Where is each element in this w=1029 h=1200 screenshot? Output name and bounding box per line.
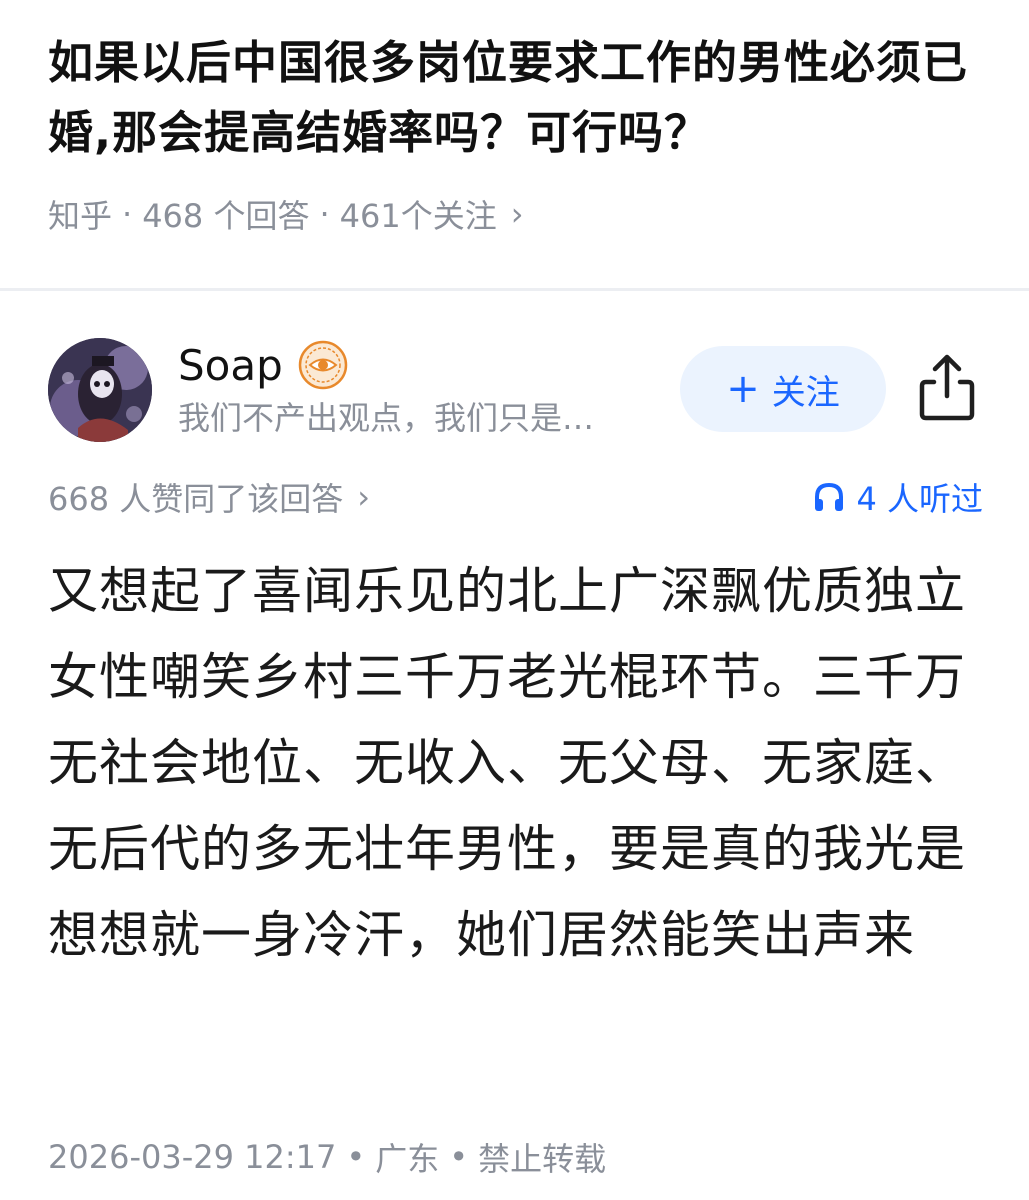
- headphones-icon: [815, 482, 844, 511]
- eye-badge-icon: [298, 340, 348, 390]
- follower-count: 461个关注: [339, 197, 497, 235]
- publish-datetime: 2026-03-29 12:17: [48, 1138, 337, 1176]
- plus-icon: +: [726, 366, 760, 412]
- answer-footer: 2026-03-29 12:17 • 广东 • 禁止转载: [48, 1132, 606, 1182]
- question-header: 如果以后中国很多岗位要求工作的男性必须已婚,那会提高结婚率吗？可行吗？: [48, 28, 988, 168]
- answer-content: 又想起了喜闻乐见的北上广深飘优质独立女性嘲笑乡村三千万老光棍环节。三千万无社会地…: [48, 562, 966, 964]
- follow-label: 关注: [771, 372, 840, 413]
- source-label: 知乎: [48, 197, 113, 235]
- share-icon[interactable]: [916, 352, 978, 424]
- listen-label: 4 人听过: [856, 480, 983, 518]
- footer-separator: •: [346, 1138, 366, 1176]
- copyright-notice: 禁止转载: [478, 1140, 607, 1178]
- ip-location: 广东: [375, 1140, 440, 1178]
- chevron-right-icon: ›: [357, 478, 371, 516]
- upvote-count[interactable]: 668 人赞同了该回答 ›: [48, 474, 370, 520]
- meta-separator: ·: [122, 195, 133, 233]
- author-bio: 我们不产出观点，我们只是…: [178, 399, 595, 437]
- chevron-right-icon: ›: [510, 195, 524, 233]
- answer-stats: 668 人赞同了该回答 › 4 人听过: [48, 472, 983, 522]
- upvote-label: 668 人赞同了该回答: [48, 480, 344, 518]
- question-title[interactable]: 如果以后中国很多岗位要求工作的男性必须已婚,那会提高结婚率吗？可行吗？: [48, 28, 988, 168]
- answer-count: 468 个回答: [142, 197, 310, 235]
- meta-separator: ·: [319, 195, 330, 233]
- follow-button[interactable]: + 关注: [680, 346, 886, 432]
- question-meta[interactable]: 知乎 · 468 个回答 · 461个关注 ›: [48, 190, 524, 238]
- author-name[interactable]: Soap: [178, 340, 283, 392]
- avatar[interactable]: [48, 338, 152, 442]
- listen-count[interactable]: 4 人听过: [812, 474, 983, 520]
- footer-separator: •: [449, 1138, 469, 1176]
- section-divider: [0, 288, 1029, 291]
- author-row: Soap 我们不产出观点，我们只是… + 关注: [48, 338, 988, 442]
